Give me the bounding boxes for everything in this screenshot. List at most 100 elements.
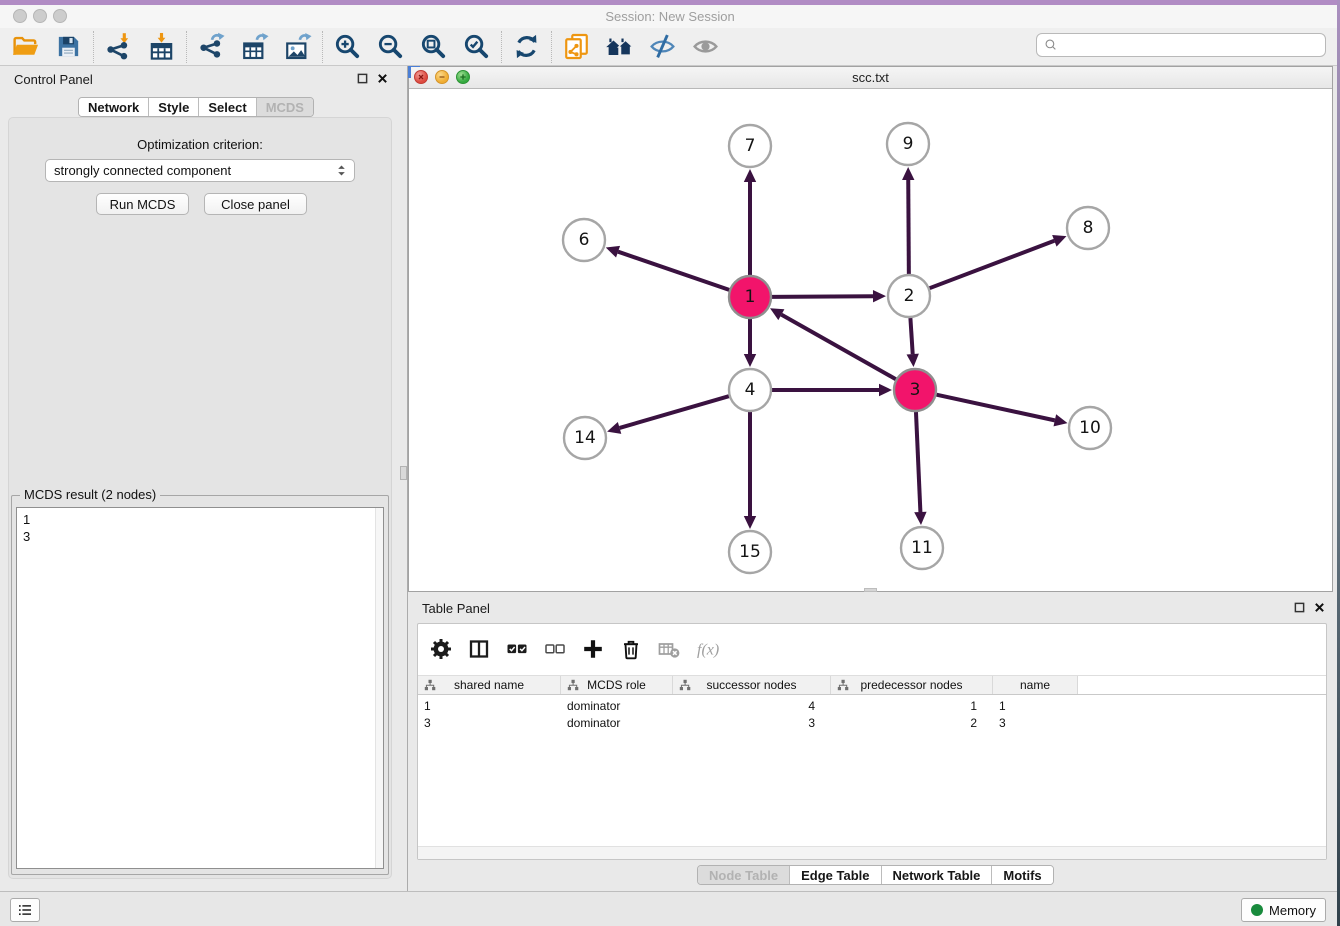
status-bar: Memory (0, 891, 1337, 926)
graph-edge-2-3[interactable] (910, 318, 912, 354)
graph-node-label-10: 10 (1079, 418, 1101, 438)
table-cell[interactable]: dominator (561, 714, 673, 731)
graph-arrowhead-4-14 (607, 422, 621, 434)
task-history-button[interactable] (10, 898, 40, 922)
graph-edge-3-10[interactable] (936, 395, 1054, 421)
column-header-predecessor-nodes[interactable]: predecessor nodes (831, 676, 993, 694)
table-row[interactable]: 1dominator411 (418, 697, 1326, 714)
delete-column-button[interactable] (618, 637, 643, 662)
network-from-selection-button[interactable] (555, 29, 598, 65)
close-panel-button[interactable]: Close panel (204, 193, 307, 215)
float-table-panel-icon[interactable] (1294, 602, 1305, 613)
select-all-button[interactable] (504, 637, 529, 662)
function-builder-button[interactable]: f(x) (694, 637, 719, 662)
network-graph[interactable]: 1234678910111415 (409, 89, 1332, 591)
export-table-button[interactable] (233, 29, 276, 65)
apply-preferred-layout-button[interactable] (505, 29, 548, 65)
table-tab-node-table[interactable]: Node Table (698, 866, 789, 884)
zoom-selected-button[interactable] (455, 29, 498, 65)
close-table-panel-icon[interactable] (1314, 602, 1325, 613)
graph-node-label-6: 6 (579, 230, 590, 250)
search-input[interactable] (1059, 35, 1325, 55)
network-from-selection-icon (562, 32, 591, 61)
divider-grip[interactable] (400, 466, 407, 480)
graph-edge-2-8[interactable] (930, 241, 1055, 288)
export-network-button[interactable] (190, 29, 233, 65)
graph-edge-1-2[interactable] (772, 296, 873, 297)
zoom-in-button[interactable] (326, 29, 369, 65)
memory-button[interactable]: Memory (1241, 898, 1326, 922)
toolbar-separator (186, 31, 187, 63)
import-table-button[interactable] (140, 29, 183, 65)
export-image-button[interactable] (276, 29, 319, 65)
table-row[interactable]: 3dominator323 (418, 714, 1326, 731)
column-layout-button[interactable] (466, 637, 491, 662)
table-hscrollbar[interactable] (418, 846, 1326, 859)
hide-selection-button[interactable] (641, 29, 684, 65)
toolbar-separator (93, 31, 94, 63)
main-toolbar (0, 28, 1337, 66)
graph-arrowhead-2-3 (907, 354, 919, 367)
memory-status-icon (1251, 904, 1263, 916)
table-cell[interactable]: 1 (418, 697, 561, 714)
graph-node-label-4: 4 (745, 380, 756, 400)
import-network-button[interactable] (97, 29, 140, 65)
control-tab-style[interactable]: Style (148, 98, 198, 116)
table-cell[interactable]: dominator (561, 697, 673, 714)
column-header-successor-nodes[interactable]: successor nodes (673, 676, 831, 694)
graph-edge-2-9[interactable] (908, 180, 909, 274)
network-resize-grip[interactable] (864, 588, 877, 592)
table-tab-motifs[interactable]: Motifs (991, 866, 1052, 884)
delete-column-icon (619, 637, 643, 661)
table-tab-network-table[interactable]: Network Table (881, 866, 992, 884)
show-all-button[interactable] (684, 29, 727, 65)
zoom-fit-button[interactable] (412, 29, 455, 65)
save-session-button[interactable] (47, 29, 90, 65)
run-mcds-button[interactable]: Run MCDS (96, 193, 189, 215)
export-table-icon (240, 32, 269, 61)
zoom-out-button[interactable] (369, 29, 412, 65)
open-file-button[interactable] (4, 29, 47, 65)
add-column-button[interactable] (580, 637, 605, 662)
close-panel-icon[interactable] (377, 73, 388, 84)
gear-button[interactable] (428, 637, 453, 662)
network-window-titlebar[interactable]: scc.txt (409, 67, 1332, 89)
table-cell[interactable]: 3 (993, 714, 1078, 731)
table-cell[interactable]: 2 (831, 714, 993, 731)
table-cell[interactable]: 3 (418, 714, 561, 731)
table-cell[interactable]: 1 (831, 697, 993, 714)
network-window: scc.txt 1234678910111415 (408, 66, 1333, 592)
float-panel-icon[interactable] (357, 73, 368, 84)
first-neighbors-button[interactable] (598, 29, 641, 65)
table-panel-title: Table Panel (422, 601, 490, 616)
memory-button-label: Memory (1269, 903, 1316, 918)
column-layout-icon (467, 637, 491, 661)
column-header-name[interactable]: name (993, 676, 1078, 694)
delete-table-icon (657, 637, 681, 661)
column-header-mcds-role[interactable]: MCDS role (561, 676, 673, 694)
control-tab-mcds[interactable]: MCDS (256, 98, 313, 116)
delete-table-button[interactable] (656, 637, 681, 662)
dropdown-stepper-icon (336, 164, 347, 177)
graph-edge-1-6[interactable] (618, 252, 729, 290)
graph-edge-3-11[interactable] (916, 412, 920, 512)
result-scrollbar[interactable] (375, 508, 383, 868)
column-header-shared-name[interactable]: shared name (418, 676, 561, 694)
import-table-icon (147, 32, 176, 61)
table-cell[interactable]: 3 (673, 714, 831, 731)
table-tab-edge-table[interactable]: Edge Table (789, 866, 880, 884)
panel-divider[interactable] (400, 66, 408, 891)
mcds-result-line: 1 (23, 511, 30, 528)
control-tab-select[interactable]: Select (198, 98, 255, 116)
deselect-all-button[interactable] (542, 637, 567, 662)
criterion-dropdown[interactable]: strongly connected component (45, 159, 355, 182)
mcds-result-box[interactable]: 13 (16, 507, 384, 869)
optimization-criterion-label: Optimization criterion: (9, 137, 391, 152)
control-panel-tabs: NetworkStyleSelectMCDS (78, 97, 314, 117)
table-cell[interactable]: 4 (673, 697, 831, 714)
save-session-icon (54, 32, 83, 61)
table-cell[interactable]: 1 (993, 697, 1078, 714)
graph-edge-3-1[interactable] (781, 315, 895, 380)
control-tab-network[interactable]: Network (79, 98, 148, 116)
graph-edge-4-14[interactable] (620, 396, 729, 428)
